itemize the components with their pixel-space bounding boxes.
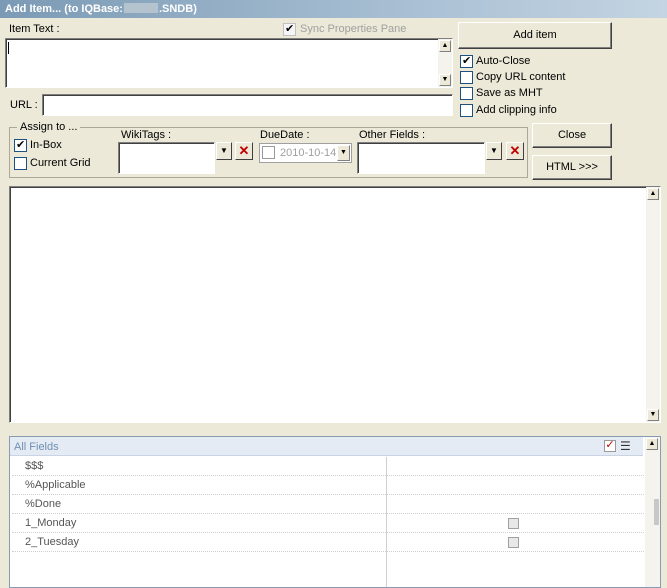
duedate-checkbox[interactable] (262, 146, 275, 159)
duedate-picker[interactable]: 2010-10-14 ▼ (259, 143, 352, 163)
content-scrollbar[interactable]: ▲ ▼ (646, 187, 660, 422)
field-name: %Applicable (25, 479, 86, 491)
wikitags-label: WikiTags : (121, 129, 172, 141)
add-item-button[interactable]: Add item (458, 22, 612, 49)
other-fields-clear-button[interactable]: ✕ (506, 142, 524, 160)
save-mht-checkbox[interactable] (460, 87, 473, 100)
field-name: $$$ (25, 460, 44, 472)
fields-grid-title: All Fields (14, 441, 59, 453)
scroll-down-icon[interactable]: ▼ (647, 409, 659, 421)
other-fields-input[interactable] (357, 142, 485, 174)
table-row[interactable]: %Done (12, 495, 644, 514)
title-suffix: .SNDB) (158, 3, 197, 15)
inbox-checkbox[interactable] (14, 138, 27, 152)
table-row[interactable]: 1_Monday (12, 514, 644, 533)
row-checkbox[interactable] (508, 518, 519, 529)
url-label: URL : (10, 99, 38, 111)
table-row[interactable]: %Applicable (12, 476, 644, 495)
fields-grid-scrollbar[interactable]: ▲ (645, 437, 660, 587)
redacted-name (123, 3, 158, 13)
save-mht-label: Save as MHT (476, 87, 543, 99)
current-grid-checkbox[interactable] (14, 157, 27, 170)
duedate-value: 2010-10-14 (280, 147, 337, 159)
item-text-label: Item Text : (9, 23, 60, 35)
red-x-icon: ✕ (238, 143, 250, 158)
duedate-label: DueDate : (260, 129, 310, 141)
assign-group-label: Assign to ... (17, 121, 81, 134)
table-row[interactable]: 2_Tuesday (12, 533, 644, 552)
sync-pane-label: Sync Properties Pane (300, 23, 407, 35)
scroll-down-icon[interactable]: ▼ (439, 74, 451, 86)
url-input[interactable] (42, 94, 453, 116)
list-icon[interactable]: ☰ (620, 439, 636, 453)
field-name: 1_Monday (25, 517, 77, 529)
item-text-scrollbar[interactable]: ▲ ▼ (438, 39, 452, 87)
inbox-label: In-Box (30, 139, 62, 151)
row-checkbox[interactable] (508, 537, 519, 548)
wikitags-input[interactable] (118, 142, 215, 174)
html-toggle-button[interactable]: HTML >>> (532, 155, 612, 180)
other-fields-dropdown[interactable]: ▼ (486, 142, 502, 160)
copy-url-checkbox[interactable] (460, 71, 473, 84)
auto-close-checkbox[interactable] (460, 54, 473, 68)
red-x-icon: ✕ (509, 143, 521, 158)
sync-pane-checkbox[interactable] (283, 22, 296, 36)
copy-url-label: Copy URL content (476, 71, 566, 83)
field-name: %Done (25, 498, 62, 510)
scroll-up-icon[interactable]: ▲ (646, 438, 658, 450)
clipping-info-checkbox[interactable] (460, 104, 473, 117)
scroll-up-icon[interactable]: ▲ (647, 188, 659, 200)
field-name: 2_Tuesday (25, 536, 80, 548)
fields-grid-header[interactable]: All Fields ✓ ☰ (10, 437, 643, 456)
duedate-dropdown-icon[interactable]: ▼ (337, 145, 350, 161)
text-caret (8, 42, 9, 54)
current-grid-label: Current Grid (30, 157, 91, 169)
content-area[interactable]: ▲ ▼ (9, 186, 661, 423)
other-fields-label: Other Fields : (359, 129, 426, 141)
title-prefix: Add Item... (to IQBase: (5, 3, 123, 15)
chevron-down-icon: ▼ (490, 146, 498, 155)
options-list: Auto-Close Copy URL content Save as MHT … (460, 54, 610, 120)
table-row[interactable]: $$$ (12, 457, 644, 476)
scroll-thumb[interactable] (654, 499, 659, 525)
auto-close-label: Auto-Close (476, 55, 531, 67)
close-button[interactable]: Close (532, 123, 612, 148)
clipping-info-label: Add clipping info (476, 104, 557, 116)
title-bar: Add Item... (to IQBase: .SNDB) (0, 0, 667, 18)
wikitags-clear-button[interactable]: ✕ (235, 142, 253, 160)
chevron-down-icon: ▼ (220, 146, 228, 155)
item-text-input[interactable]: ▲ ▼ (5, 38, 453, 88)
check-icon[interactable]: ✓ (604, 440, 616, 452)
scroll-up-icon[interactable]: ▲ (439, 40, 451, 52)
wikitags-dropdown[interactable]: ▼ (216, 142, 232, 160)
